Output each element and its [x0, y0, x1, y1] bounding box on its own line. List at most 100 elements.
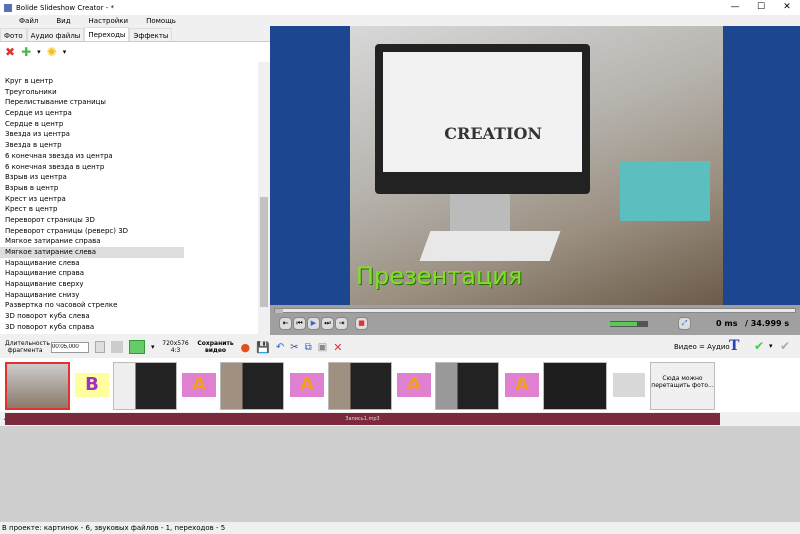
cut-icon[interactable]: ✂	[290, 342, 298, 353]
menu-settings[interactable]: Настройки	[80, 15, 138, 27]
slide-thumb-3[interactable]	[220, 362, 284, 410]
empty-track-area	[0, 426, 800, 522]
volume-slider[interactable]	[610, 321, 648, 327]
copy-icon[interactable]: ⧉	[305, 342, 312, 353]
remove-icon[interactable]: ✕	[333, 341, 342, 354]
paste-icon[interactable]: ▣	[318, 342, 327, 353]
transition-item[interactable]: Взрыв из центра	[0, 172, 184, 183]
transition-item[interactable]: Крест в центр	[0, 204, 184, 215]
transition-item[interactable]: Треугольники	[0, 87, 184, 98]
save-video-button[interactable]: Сохранить видео	[197, 340, 235, 354]
slide-thumb-6[interactable]	[543, 362, 607, 410]
avatar-effect-icon[interactable]	[129, 340, 145, 354]
slide-border-left	[270, 26, 350, 305]
seek-bar[interactable]	[274, 308, 796, 313]
go-start-button[interactable]: ⇤	[279, 317, 292, 330]
transition-item[interactable]: Крест из центра	[0, 194, 184, 205]
status-bar: В проекте: картинок - 6, звуковых файлов…	[0, 522, 800, 534]
player-controls: ⇤ ⏮ ▶ ⏭ ⇥ ■ ⤢ 0 ms / 34.999 s	[270, 305, 800, 335]
transition-item[interactable]: Мягкое затирание слева	[0, 247, 184, 258]
transition-item[interactable]: Мягкое затирание справа	[0, 236, 184, 247]
tab-transitions[interactable]: Переходы	[84, 27, 130, 41]
drop-photo-zone[interactable]: Сюда можно перетащить фото...	[650, 362, 715, 410]
transition-item[interactable]: Сердце из центра	[0, 108, 184, 119]
add-icon[interactable]: ✚	[21, 45, 31, 59]
transition-item[interactable]: Наращивание слева	[0, 258, 184, 269]
transition-item[interactable]: Наращивание справа	[0, 268, 184, 279]
delete-icon[interactable]: ✖	[5, 45, 15, 59]
menu-bar: Файл Вид Настройки Помощь	[0, 15, 270, 27]
transition-item[interactable]: 3D поворот куба справа	[0, 322, 184, 333]
check-icon[interactable]: ✔	[754, 339, 764, 353]
transition-item[interactable]: Сердце в центр	[0, 119, 184, 130]
menu-view[interactable]: Вид	[47, 15, 79, 27]
minimize-button[interactable]: —	[722, 0, 748, 15]
next-button[interactable]: ⏭	[321, 317, 334, 330]
timeline: B A A A A Сюда можно перетащить фото...	[0, 358, 800, 412]
list-scrollbar[interactable]	[258, 62, 270, 334]
duration-input[interactable]	[51, 341, 89, 353]
effect-dropdown-icon[interactable]: ▾	[63, 48, 67, 56]
menu-file[interactable]: Файл	[10, 15, 47, 27]
transition-item[interactable]: 3D поворот куба слева	[0, 311, 184, 322]
transition-thumb[interactable]: A	[182, 373, 216, 397]
save-icon[interactable]: 💾	[256, 341, 270, 354]
check-dropdown-icon[interactable]: ▾	[769, 342, 773, 350]
slide-thumb-2[interactable]	[113, 362, 177, 410]
total-duration: / 34.999 s	[745, 319, 790, 328]
transition-thumb[interactable]: A	[397, 373, 431, 397]
play-button[interactable]: ▶	[307, 317, 320, 330]
color-box[interactable]	[111, 341, 123, 353]
transition-item[interactable]: Перелистывание страницы	[0, 97, 184, 108]
transition-item[interactable]: Наращивание снизу	[0, 290, 184, 301]
transition-item[interactable]: Переворот страницы 3D	[0, 215, 184, 226]
transition-item[interactable]: Звезда из центра	[0, 129, 184, 140]
current-time: 0 ms	[716, 319, 738, 328]
avatar-dropdown-icon[interactable]: ▾	[151, 343, 155, 351]
transition-item[interactable]: 6 конечная звезда в центр	[0, 162, 184, 173]
undo-icon[interactable]: ↶	[276, 342, 284, 353]
tab-audio[interactable]: Аудио файлы	[26, 28, 85, 41]
transition-item[interactable]: Переворот страницы (реверс) 3D	[0, 226, 184, 237]
tab-effects[interactable]: Эффекты	[129, 28, 173, 41]
go-end-button[interactable]: ⇥	[335, 317, 348, 330]
add-dropdown-icon[interactable]: ▾	[37, 48, 41, 56]
tab-photo[interactable]: Фото	[0, 28, 27, 41]
slide-thumb-5[interactable]	[435, 362, 499, 410]
record-icon[interactable]: ●	[241, 341, 251, 354]
text-icon[interactable]: T	[729, 338, 739, 354]
check-disabled-icon[interactable]: ✔	[780, 339, 790, 353]
stop-button[interactable]: ■	[355, 317, 368, 330]
transition-item[interactable]: Наращивание сверху	[0, 279, 184, 290]
transitions-toolbar: ✖ ✚ ▾ ✺ ▾	[0, 42, 270, 62]
transition-item[interactable]: 6 конечная звезда из центра	[0, 151, 184, 162]
transition-thumb[interactable]: B	[75, 373, 109, 397]
close-button[interactable]: ✕	[774, 0, 800, 15]
transition-item[interactable]: Звезда в центр	[0, 140, 184, 151]
maximize-button[interactable]: ☐	[748, 0, 774, 15]
slide-thumb-1[interactable]	[5, 362, 70, 410]
slide-thumb-4[interactable]	[328, 362, 392, 410]
seek-thumb[interactable]	[275, 309, 283, 313]
transition-item[interactable]: Развертка по часовой стрелке	[0, 300, 184, 311]
menu-help[interactable]: Помощь	[137, 15, 185, 27]
video-equals-audio[interactable]: Видео = Аудио	[674, 343, 730, 351]
transition-item[interactable]: Круг в центр	[0, 76, 184, 87]
audio-track[interactable]: Запись1.mp3	[5, 413, 720, 425]
monitor-stand	[450, 194, 510, 234]
scroll-thumb[interactable]	[260, 197, 268, 307]
transition-thumb[interactable]: A	[290, 373, 324, 397]
duration-spinner[interactable]	[95, 341, 105, 353]
prev-button[interactable]: ⏮	[293, 317, 306, 330]
empty-transition-slot[interactable]	[613, 373, 645, 397]
fullscreen-icon[interactable]: ⤢	[678, 317, 691, 330]
transition-item[interactable]: Взрыв в центр	[0, 183, 184, 194]
duration-label: Длительность фрагмента	[5, 340, 50, 354]
timeline-toolbar: Длительность фрагмента ▾ 720x5764:3 Сохр…	[0, 336, 800, 358]
slide-caption: Презентация	[356, 262, 523, 290]
effect-sun-icon[interactable]: ✺	[47, 45, 57, 59]
monitor-screen: CREATION	[383, 52, 582, 172]
resolution[interactable]: 720x576 4:3	[161, 340, 191, 354]
transition-thumb[interactable]: A	[505, 373, 539, 397]
keyboard	[419, 231, 561, 261]
